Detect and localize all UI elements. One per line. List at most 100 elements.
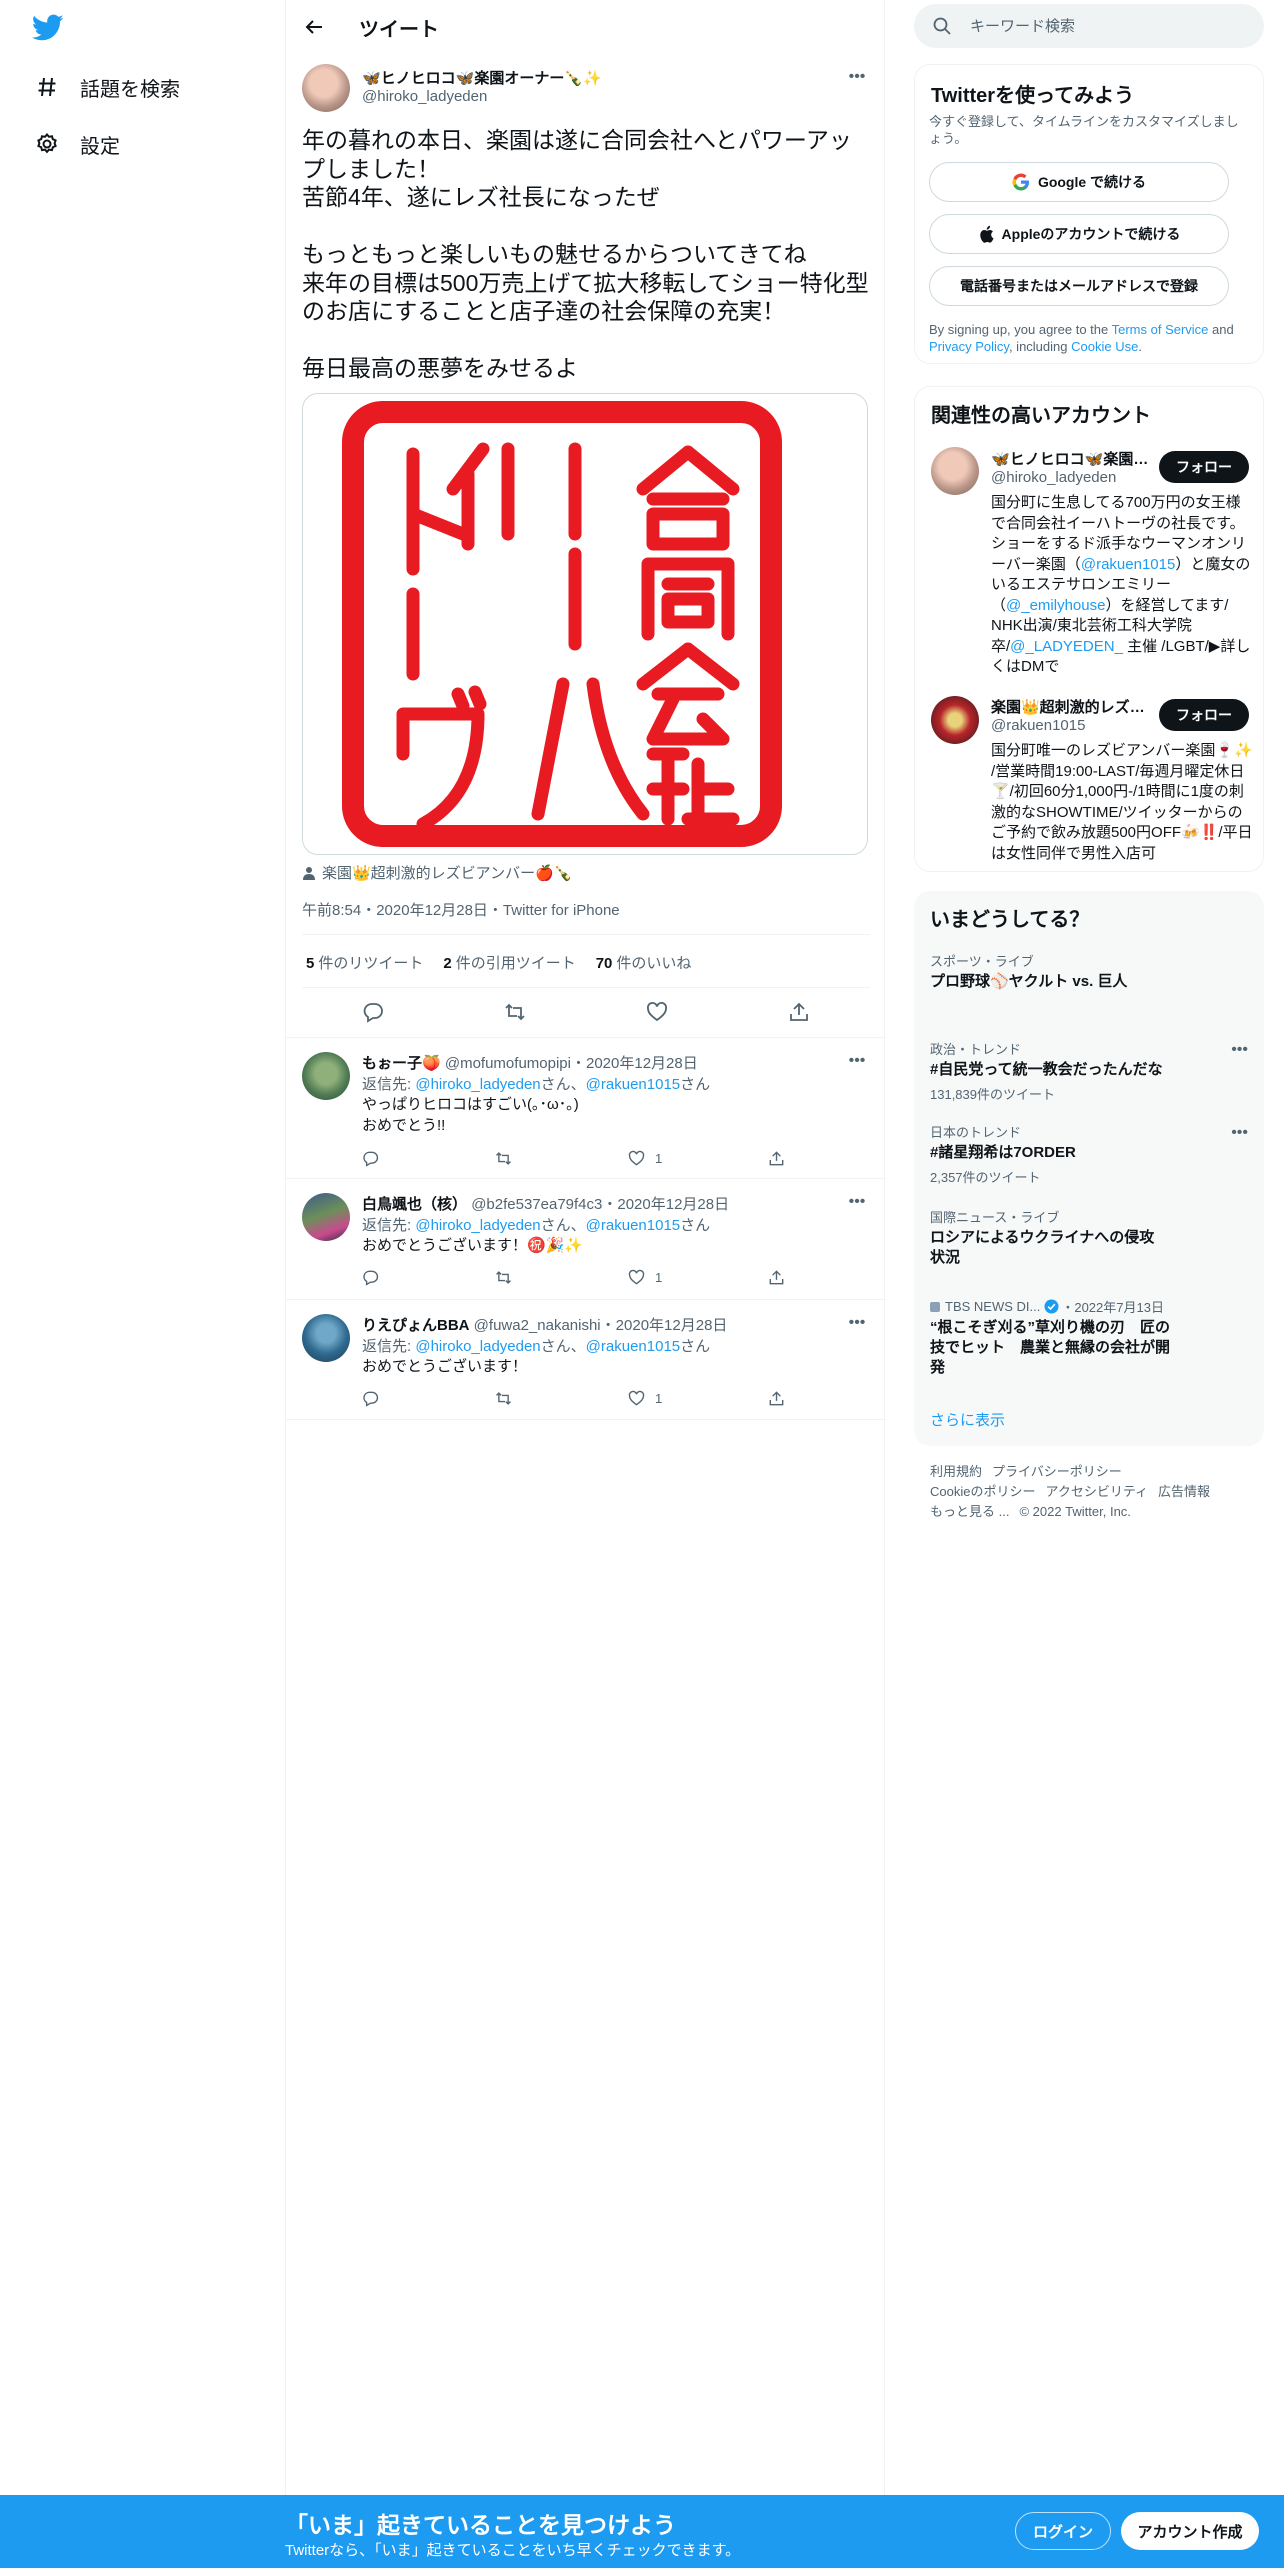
mention-link[interactable]: @rakuen1015: [586, 1217, 680, 1234]
retweet-count[interactable]: 5 件のリツイート: [306, 952, 423, 973]
like-button[interactable]: 1: [628, 1267, 662, 1287]
reply-author[interactable]: もぉー子🍑 @mofumofumopipi・2020年12月28日: [362, 1052, 698, 1073]
reply-author[interactable]: 白鳥颯也（核） @b2fe537ea79f4c3・2020年12月28日: [362, 1193, 729, 1214]
like-button[interactable]: 1: [628, 1388, 662, 1408]
avatar[interactable]: [302, 64, 350, 112]
back-arrow-icon[interactable]: [300, 13, 328, 41]
avatar[interactable]: [931, 447, 979, 495]
like-icon[interactable]: [640, 995, 674, 1029]
tweet-image[interactable]: [302, 393, 868, 855]
avatar[interactable]: [302, 1052, 350, 1100]
more-icon[interactable]: •••: [846, 66, 868, 88]
avatar[interactable]: [302, 1193, 350, 1241]
related-account-bio: 国分町唯一のレズビアンバー楽園🍷✨ /営業時間19:00-LAST/毎週月曜定休…: [991, 742, 1253, 862]
related-account-name[interactable]: 🦋ヒノヒロコ🦋楽園オーナー: [991, 448, 1151, 469]
search-box[interactable]: [914, 4, 1264, 48]
cookie-link[interactable]: Cookie Use: [1071, 339, 1138, 354]
follow-button[interactable]: フォロー: [1159, 699, 1249, 731]
trend-count: 2,357件のツイート: [930, 1170, 1041, 1185]
related-account-handle[interactable]: @rakuen1015: [991, 717, 1085, 734]
more-icon[interactable]: •••: [846, 1312, 868, 1334]
more-icon[interactable]: •••: [846, 1191, 868, 1213]
mention-link[interactable]: @rakuen1015: [1081, 556, 1175, 573]
footer-link[interactable]: もっと見る ...: [930, 1504, 1009, 1519]
mention-link[interactable]: @_emilyhouse: [1006, 597, 1105, 614]
copyright: © 2022 Twitter, Inc.: [1019, 1504, 1131, 1519]
reply-to: 返信先: @hiroko_ladyedenさん、@rakuen1015さん: [362, 1217, 711, 1234]
tweet-timestamp[interactable]: 午前8:54・2020年12月28日・Twitter for iPhone: [302, 899, 620, 920]
trend-item[interactable]: TBS NEWS DI... ・2022年7月13日 “根こそぎ刈る”草刈り機の…: [930, 1297, 1170, 1378]
trend-item[interactable]: 日本のトレンド #諸星翔希は7ORDER 2,357件のツイート: [930, 1122, 1250, 1186]
related-account-handle[interactable]: @hiroko_ladyeden: [991, 469, 1116, 486]
phone-email-signup-button[interactable]: 電話番号またはメールアドレスで登録: [929, 266, 1229, 306]
related-account-name[interactable]: 楽園👑超刺激的レズビアンバー: [991, 696, 1151, 717]
nav-settings[interactable]: 設定: [34, 122, 120, 166]
mention-link[interactable]: @rakuen1015: [586, 1338, 680, 1355]
signup-subtitle: 今すぐ登録して、タイムラインをカスタマイズしましょう。: [929, 114, 1239, 146]
search-input[interactable]: [970, 17, 1250, 35]
more-icon[interactable]: •••: [1231, 1041, 1248, 1059]
terms-link[interactable]: Terms of Service: [1112, 322, 1209, 337]
footer-link[interactable]: プライバシーポリシー: [992, 1464, 1122, 1479]
retweet-icon[interactable]: [495, 1267, 512, 1287]
mention-link[interactable]: @_LADYEDEN_: [1010, 638, 1123, 655]
apple-signin-button[interactable]: Appleのアカウントで続ける: [929, 214, 1229, 254]
mention-link[interactable]: @hiroko_ladyeden: [415, 1076, 540, 1093]
tagged-account[interactable]: 楽園👑超刺激的レズビアンバー🍎🍾: [302, 862, 572, 883]
nav-explore[interactable]: 話題を検索: [34, 65, 180, 109]
more-icon[interactable]: •••: [1231, 1124, 1248, 1142]
signup-button[interactable]: アカウント作成: [1121, 2512, 1259, 2550]
avatar[interactable]: [302, 1314, 350, 1362]
reply-icon[interactable]: [362, 1388, 379, 1408]
reply-tweet[interactable]: 白鳥颯也（核） @b2fe537ea79f4c3・2020年12月28日 •••…: [286, 1178, 886, 1299]
search-icon: [932, 16, 952, 36]
google-signin-button[interactable]: Google で続ける: [929, 162, 1229, 202]
footer-link[interactable]: 広告情報: [1158, 1484, 1210, 1499]
avatar[interactable]: [931, 696, 979, 744]
share-icon[interactable]: [768, 1267, 785, 1287]
like-icon: [628, 1390, 645, 1407]
reply-icon[interactable]: [362, 1148, 379, 1168]
more-icon[interactable]: •••: [846, 1050, 868, 1072]
show-more-link[interactable]: さらに表示: [930, 1409, 1005, 1430]
like-count: 1: [655, 1269, 663, 1285]
footer-link[interactable]: 利用規約: [930, 1464, 982, 1479]
like-count[interactable]: 70 件のいいね: [596, 952, 692, 973]
share-icon[interactable]: [768, 1388, 785, 1408]
trend-item[interactable]: スポーツ・ライブ プロ野球⚾ヤクルト vs. 巨人: [930, 951, 1250, 992]
twitter-bird-icon[interactable]: [31, 14, 64, 42]
trends-title: いまどうしてる？: [930, 909, 1090, 931]
login-prompt-bar: 「いま」起きていることを見つけよう Twitterなら、「いま」起きていることを…: [0, 2495, 1284, 2568]
reply-icon[interactable]: [356, 995, 390, 1029]
retweet-icon[interactable]: [495, 1388, 512, 1408]
mention-link[interactable]: @hiroko_ladyeden: [415, 1217, 540, 1234]
google-signin-label: Google で続ける: [1037, 174, 1147, 190]
privacy-link[interactable]: Privacy Policy: [929, 339, 1009, 354]
reply-author[interactable]: りえぴょんBBA @fuwa2_nakanishi・2020年12月28日: [362, 1314, 727, 1335]
like-icon: [628, 1150, 645, 1167]
mention-link[interactable]: @hiroko_ladyeden: [415, 1338, 540, 1355]
login-button[interactable]: ログイン: [1015, 2512, 1111, 2550]
reply-text: やっぱりヒロコはすごい(｡･ω･｡) おめでとう!!: [362, 1096, 579, 1134]
reply-icon[interactable]: [362, 1267, 379, 1287]
trend-item[interactable]: 政治・トレンド #自民党って統一教会だったんだな 131,839件のツイート: [930, 1039, 1250, 1103]
retweet-icon[interactable]: [498, 995, 532, 1029]
retweet-icon[interactable]: [495, 1148, 512, 1168]
like-button[interactable]: 1: [628, 1148, 662, 1168]
trend-count: 131,839件のツイート: [930, 1087, 1055, 1102]
reply-tweet[interactable]: りえぴょんBBA @fuwa2_nakanishi・2020年12月28日 ••…: [286, 1299, 886, 1420]
tweet-author-name[interactable]: 🦋ヒノヒロコ🦋楽園オーナー🍾✨: [362, 67, 602, 88]
trend-item[interactable]: 国際ニュース・ライブ ロシアによるウクライナへの侵攻状況: [930, 1207, 1160, 1268]
mention-link[interactable]: @rakuen1015: [586, 1076, 680, 1093]
share-icon[interactable]: [768, 1148, 785, 1168]
footer-link[interactable]: Cookieのポリシー: [930, 1484, 1035, 1499]
footer-link[interactable]: アクセシビリティ: [1045, 1484, 1148, 1499]
share-icon[interactable]: [782, 995, 816, 1029]
company-seal-stamp: [342, 401, 782, 847]
page-header: ツイート: [286, 0, 886, 53]
tweet-author-handle[interactable]: @hiroko_ladyeden: [362, 88, 487, 105]
signup-card: Twitterを使ってみよう 今すぐ登録して、タイムラインをカスタマイズしましょ…: [914, 64, 1264, 364]
quote-count[interactable]: 2 件の引用ツイート: [443, 952, 575, 973]
follow-button[interactable]: フォロー: [1159, 451, 1249, 483]
reply-tweet[interactable]: もぉー子🍑 @mofumofumopipi・2020年12月28日 ••• 返信…: [286, 1037, 886, 1178]
